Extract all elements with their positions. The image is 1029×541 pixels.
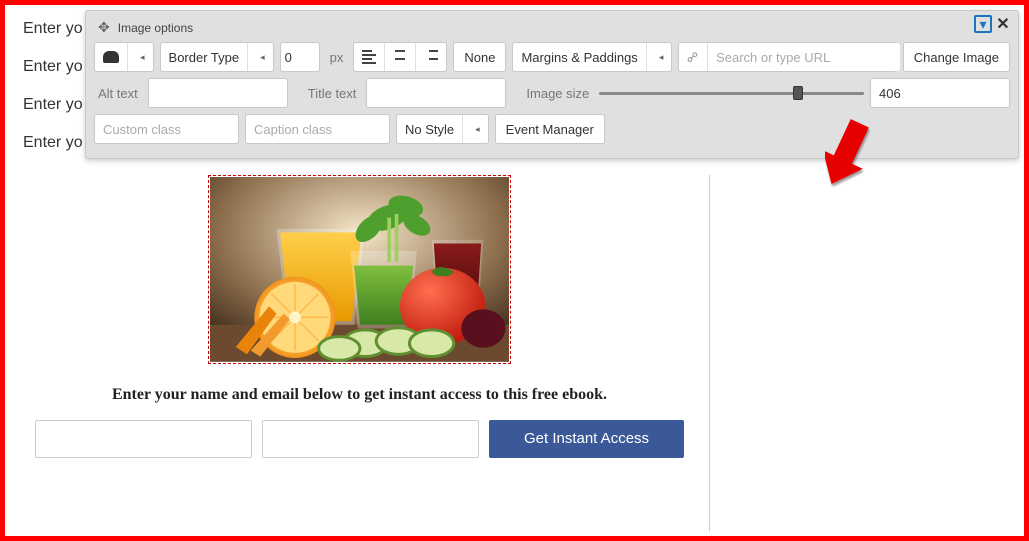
- panel-header: ✥ Image options: [94, 17, 1010, 42]
- page-content: Enter your name and email below to get i…: [10, 175, 1019, 531]
- email-input[interactable]: [262, 420, 479, 458]
- border-unit-label: px: [326, 50, 348, 65]
- url-input-group: ⚯: [678, 42, 896, 72]
- title-text-label: Title text: [304, 86, 361, 101]
- alignment-group: [353, 42, 447, 72]
- no-style-dropdown[interactable]: No Style ◂: [396, 114, 489, 144]
- color-picker[interactable]: ◂: [94, 42, 154, 72]
- align-right-button[interactable]: [416, 43, 446, 71]
- image-size-input[interactable]: [870, 78, 1010, 108]
- custom-class-input[interactable]: [94, 114, 239, 144]
- optin-form-row: Get Instant Access: [25, 420, 694, 458]
- selected-image-frame[interactable]: [208, 175, 512, 364]
- get-instant-access-button[interactable]: Get Instant Access: [489, 420, 684, 458]
- toolbar-row-2: Alt text Title text Image size: [94, 78, 1010, 108]
- toolbar-row-1: ◂ Border Type ◂ px None Margins & Paddin…: [94, 42, 1010, 72]
- palette-icon: [103, 51, 119, 63]
- image-options-panel: ✥ Image options ▾ ✕ ◂ Border Type ◂ px N…: [85, 10, 1019, 159]
- align-center-button[interactable]: [385, 43, 416, 71]
- name-input[interactable]: [35, 420, 252, 458]
- content-image: [210, 177, 510, 362]
- panel-window-controls: ▾ ✕: [974, 15, 1012, 33]
- chevron-left-icon: ◂: [256, 52, 265, 63]
- toolbar-row-3: No Style ◂ Event Manager: [94, 114, 1010, 144]
- chevron-left-icon: ◂: [471, 124, 480, 135]
- link-icon: ⚯: [679, 43, 708, 71]
- image-size-slider[interactable]: [599, 83, 864, 103]
- border-width-input[interactable]: [280, 42, 320, 72]
- main-column: Enter your name and email below to get i…: [10, 175, 710, 531]
- form-heading: Enter your name and email below to get i…: [112, 386, 607, 404]
- change-image-button[interactable]: Change Image: [903, 42, 1010, 72]
- collapse-button[interactable]: ▾: [974, 15, 992, 33]
- alt-text-input[interactable]: [148, 78, 288, 108]
- caption-class-input[interactable]: [245, 114, 390, 144]
- background-placeholder-text: Enter yo Enter yo Enter yo Enter yo: [23, 10, 83, 162]
- float-none-button[interactable]: None: [453, 42, 506, 72]
- chevron-left-icon: ◂: [655, 52, 664, 63]
- slider-thumb[interactable]: [793, 86, 803, 100]
- border-type-dropdown[interactable]: Border Type ◂: [160, 42, 274, 72]
- panel-title: Image options: [118, 21, 193, 35]
- move-icon[interactable]: ✥: [98, 19, 110, 36]
- alt-text-label: Alt text: [94, 86, 142, 101]
- event-manager-button[interactable]: Event Manager: [495, 114, 605, 144]
- title-text-input[interactable]: [366, 78, 506, 108]
- url-input[interactable]: [708, 43, 900, 71]
- chevron-left-icon: ◂: [136, 52, 145, 63]
- image-size-label: Image size: [522, 86, 593, 101]
- margins-paddings-dropdown[interactable]: Margins & Paddings ◂: [512, 42, 672, 72]
- align-left-button[interactable]: [354, 43, 385, 71]
- close-button[interactable]: ✕: [994, 15, 1012, 33]
